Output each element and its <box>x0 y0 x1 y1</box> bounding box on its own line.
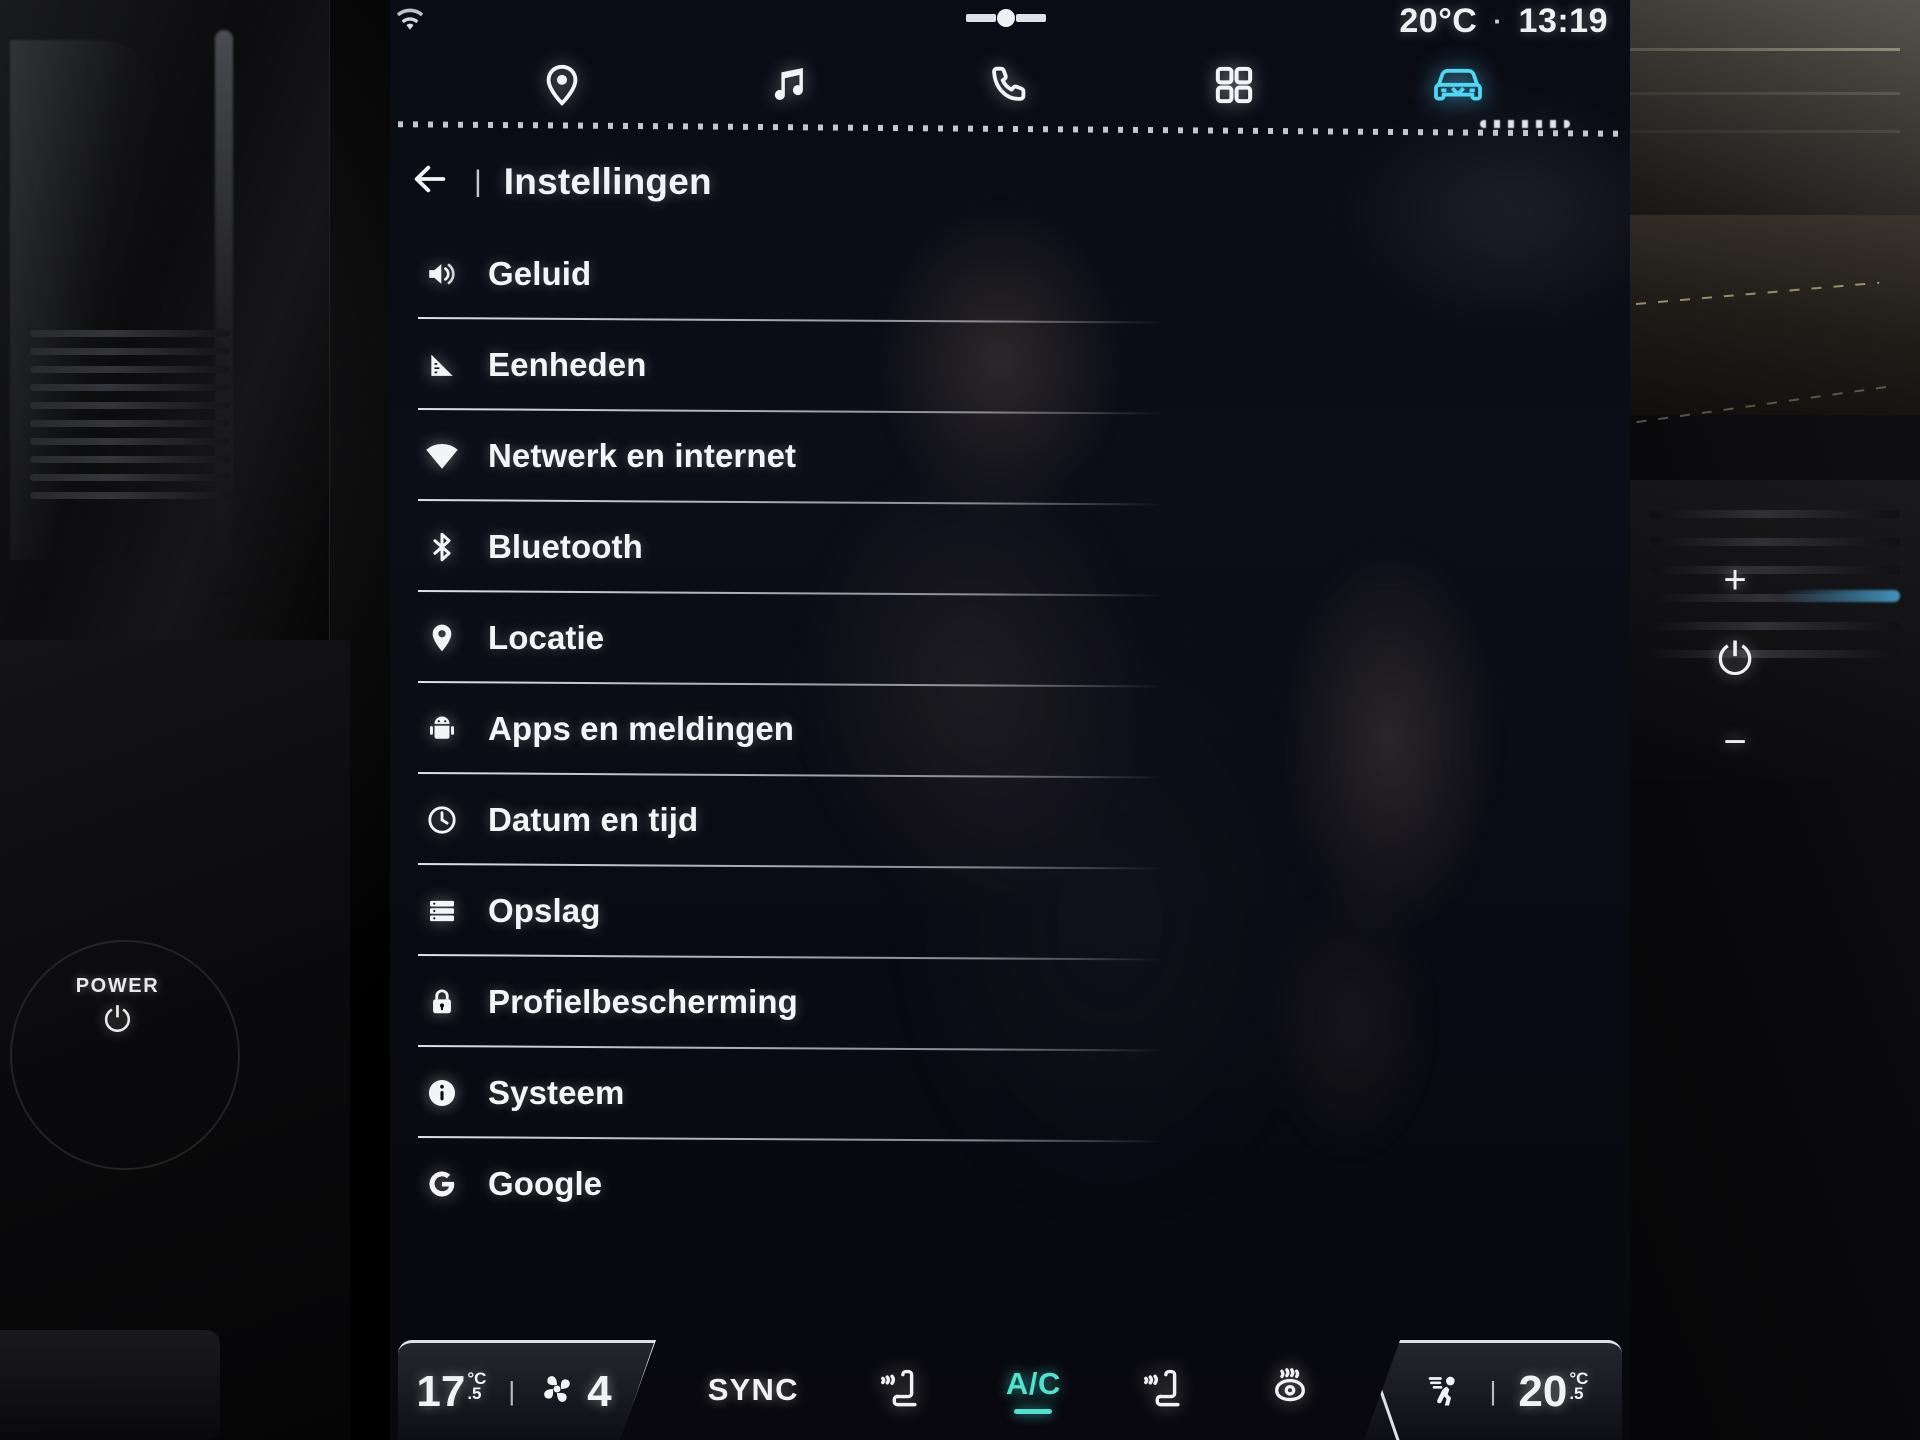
screen-power-button[interactable]: ⏻ <box>1690 638 1780 682</box>
info-circle-icon <box>422 1073 462 1113</box>
settings-row-eenheden[interactable]: Eenheden <box>408 319 1588 415</box>
knob-ring <box>10 940 240 1170</box>
driver-temp-whole: 17 <box>416 1366 466 1416</box>
settings-row-netwerk-en-internet[interactable]: Netwerk en internet <box>408 410 1588 506</box>
settings-row-label: Geluid <box>488 254 592 292</box>
vent-slats <box>30 330 230 560</box>
driver-temp-fraction: .5 <box>467 1383 482 1403</box>
handle-bar-left <box>966 14 996 22</box>
settings-row-label: Apps en meldingen <box>488 709 795 747</box>
status-bar: 20°C · 13:19 <box>390 0 1630 50</box>
climate-ac-button[interactable]: A/C <box>1006 1366 1061 1414</box>
page-header: | Instellingen <box>408 150 1630 214</box>
clock: 13:19 <box>1518 2 1608 40</box>
status-separator: · <box>1493 6 1503 36</box>
page-indicator-dots <box>1480 120 1570 128</box>
status-right-cluster: 20°C · 13:19 <box>1399 2 1608 41</box>
fan-speed-value: 4 <box>587 1366 612 1416</box>
settings-row-label: Datum en tijd <box>488 800 699 838</box>
rear-defrost-icon <box>1268 1367 1312 1414</box>
ambient-light-strip <box>1780 590 1900 602</box>
driver-temp-detail: °C .5 <box>467 1370 486 1403</box>
passenger-temp-whole: 20 <box>1518 1366 1568 1416</box>
handle-knob <box>997 9 1015 27</box>
sync-label: SYNC <box>707 1372 799 1407</box>
ruler-icon <box>422 345 462 385</box>
screen-bezel-hardkeys: + ⏻ − <box>1690 560 1780 840</box>
heated-seat-icon <box>878 1367 926 1414</box>
climate-center-buttons[interactable]: SYNC A/C <box>668 1340 1352 1440</box>
settings-row-geluid[interactable]: Geluid <box>408 228 1588 324</box>
settings-row-label: Locatie <box>488 618 605 656</box>
settings-row-label: Opslag <box>488 891 601 929</box>
nav-tab-phone[interactable] <box>974 55 1046 115</box>
google-g-icon <box>422 1164 462 1204</box>
passenger-temp-detail: °C .5 <box>1569 1370 1588 1403</box>
climate-control-bar[interactable]: 17 °C .5 | 4 SYNC A/C | 20 °C .5 <box>390 1320 1630 1440</box>
settings-row-locatie[interactable]: Locatie <box>408 592 1588 688</box>
airflow-person-icon[interactable] <box>1424 1369 1468 1414</box>
settings-row-label: Profielbescherming <box>488 982 798 1020</box>
arrow-left-icon[interactable] <box>408 159 452 206</box>
climate-sync-button[interactable]: SYNC <box>708 1372 799 1408</box>
passenger-climate-pod[interactable]: | 20 °C .5 <box>1364 1340 1622 1440</box>
passenger-temperature[interactable]: 20 °C .5 <box>1518 1367 1588 1417</box>
climate-seat-heat-left-button[interactable] <box>878 1367 926 1414</box>
settings-row-apps-en-meldingen[interactable]: Apps en meldingen <box>408 683 1588 779</box>
settings-row-opslag[interactable]: Opslag <box>408 865 1588 961</box>
top-navigation-bar[interactable] <box>390 46 1630 124</box>
settings-row-label: Bluetooth <box>488 527 643 565</box>
wifi-icon <box>390 2 430 36</box>
driver-temperature[interactable]: 17 °C .5 <box>416 1367 486 1417</box>
settings-row-systeem[interactable]: Systeem <box>408 1047 1588 1143</box>
storage-tray <box>0 1330 220 1440</box>
settings-row-google[interactable]: Google <box>408 1138 1588 1229</box>
clock-icon <box>422 800 462 840</box>
settings-row-datum-en-tijd[interactable]: Datum en tijd <box>408 774 1588 870</box>
lock-icon <box>422 982 462 1022</box>
fan-icon <box>537 1369 577 1414</box>
settings-row-label: Systeem <box>488 1073 625 1111</box>
settings-list[interactable]: Geluid Eenheden Netwerk en internet Blue… <box>408 228 1588 1229</box>
volume-up-button[interactable]: + <box>1690 560 1780 600</box>
fan-control[interactable]: 4 <box>537 1366 612 1417</box>
settings-row-label: Netwerk en internet <box>488 436 797 474</box>
settings-row-label: Eenheden <box>488 345 647 383</box>
ac-label: A/C <box>1005 1366 1062 1401</box>
handle-bar-right <box>1016 14 1046 22</box>
android-robot-icon <box>422 709 462 749</box>
header-pipe: | <box>474 165 482 198</box>
infotainment-screen[interactable]: 20°C · 13:19 | Instellingen Geluid Eenhe… <box>390 0 1630 1440</box>
page-title: Instellingen <box>503 161 712 202</box>
wifi-icon <box>422 436 462 476</box>
ac-active-indicator <box>1014 1409 1053 1414</box>
pod-divider: | <box>508 1376 516 1406</box>
map-pin-icon <box>422 618 462 658</box>
outside-temperature: 20°C <box>1399 2 1478 40</box>
nav-tab-apps[interactable] <box>1198 55 1270 115</box>
settings-row-profielbescherming[interactable]: Profielbescherming <box>408 956 1588 1052</box>
speaker-icon <box>422 254 462 294</box>
heated-seat-icon <box>1141 1367 1189 1414</box>
left-air-vent <box>0 0 330 640</box>
climate-rear-defrost-button[interactable] <box>1268 1367 1312 1414</box>
volume-down-button[interactable]: − <box>1690 722 1780 762</box>
nav-tab-media[interactable] <box>750 55 822 115</box>
storage-icon <box>422 891 462 931</box>
driver-climate-pod[interactable]: 17 °C .5 | 4 <box>398 1340 656 1440</box>
power-knob[interactable]: POWER ⏻ <box>10 940 240 1170</box>
nav-tab-navigation[interactable] <box>526 55 598 115</box>
settings-row-label: Google <box>488 1164 603 1202</box>
passenger-temp-fraction: .5 <box>1569 1383 1584 1403</box>
nav-tab-vehicle[interactable] <box>1422 55 1494 115</box>
bluetooth-icon <box>422 527 462 567</box>
drag-handle-icon[interactable] <box>966 9 1054 27</box>
settings-row-bluetooth[interactable]: Bluetooth <box>408 501 1588 597</box>
climate-seat-heat-right-button[interactable] <box>1141 1367 1189 1414</box>
pod-divider: | <box>1489 1376 1497 1406</box>
